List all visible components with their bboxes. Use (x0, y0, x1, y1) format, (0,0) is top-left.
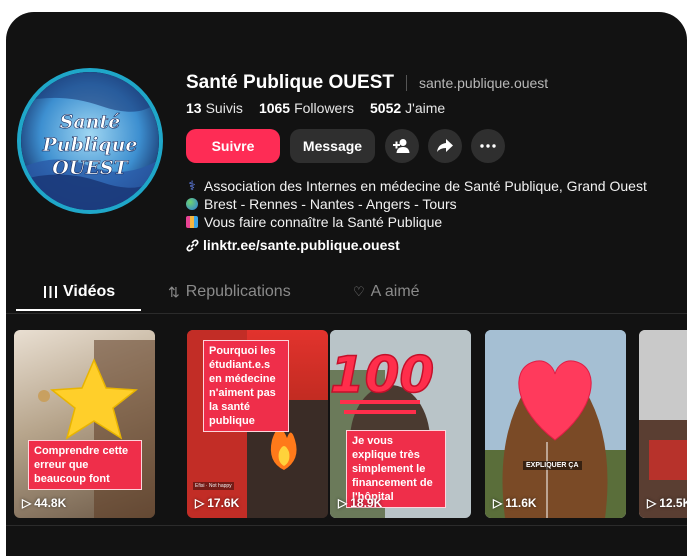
tab-liked-label: A aimé (370, 283, 420, 300)
link-icon (186, 239, 199, 251)
view-count: ▷ 44.8K (22, 496, 67, 510)
play-icon: ▷ (338, 496, 348, 510)
tab-videos[interactable]: Vidéos (44, 283, 115, 301)
bio-line-2: Brest - Rennes - Nantes - Angers - Tours (204, 196, 457, 212)
avatar-line-1: Santé (60, 111, 121, 133)
video-overlay-text: EXPLIQUER ÇA (523, 461, 582, 470)
play-icon: ▷ (195, 496, 205, 510)
tab-reposts-label: Republications (185, 283, 291, 300)
video-card[interactable]: EXPLIQUER ÇA ▷ 11.6K (485, 330, 626, 518)
following-stat[interactable]: 13 Suivis (186, 100, 243, 116)
video-card[interactable]: 100 Je vous explique très simplement le … (330, 330, 471, 518)
video-thumbnail (485, 330, 626, 518)
more-icon (480, 144, 496, 148)
add-friend-icon (393, 139, 410, 153)
view-count: ▷ 18.9K (338, 496, 383, 510)
chart-emoji-icon (186, 216, 198, 228)
play-icon: ▷ (493, 496, 503, 510)
profile-username: sante.publique.ouest (418, 75, 549, 91)
following-label: Suivis (205, 100, 243, 116)
heart-outline-icon: ♡ (353, 284, 365, 299)
share-icon (437, 139, 453, 152)
more-button[interactable] (471, 129, 505, 163)
view-count: ▷ 17.6K (195, 496, 240, 510)
profile-stats: 13 Suivis 1065 Followers 5052 J'aime (186, 99, 461, 117)
share-button[interactable] (428, 129, 462, 163)
followers-count: 1065 (258, 100, 291, 116)
globe-icon (186, 198, 198, 210)
medical-symbol-icon: ⚕ (188, 178, 196, 193)
tab-videos-label: Vidéos (63, 283, 116, 300)
followers-stat[interactable]: 1065 Followers (259, 100, 354, 116)
video-caption: Comprendre cette erreur que beaucoup fon… (28, 440, 142, 490)
bio-line-1: Association des Internes en médecine de … (204, 178, 647, 194)
bio-line-3: Vous faire connaître la Santé Publique (204, 214, 443, 230)
follow-button[interactable]: Suivre (186, 129, 280, 163)
repost-icon: ⇅ (168, 283, 180, 300)
add-friend-button[interactable] (385, 129, 419, 163)
avatar-line-3: OUEST (52, 157, 129, 179)
profile-page: Santé Publique OUEST Santé Publique OUES… (6, 12, 687, 556)
video-card[interactable]: Comprendre cette erreur que beaucoup fon… (14, 330, 155, 518)
view-count: ▷ 12.5K (647, 496, 687, 510)
avatar[interactable]: Santé Publique OUEST (17, 68, 163, 214)
music-sticker: Efisi · Not happy (193, 482, 234, 490)
video-card[interactable]: ▷ 12.5K (639, 330, 687, 518)
avatar-line-2: Publique (41, 134, 137, 156)
view-count: ▷ 11.6K (493, 496, 537, 510)
play-icon: ▷ (647, 496, 657, 510)
profile-name: Santé Publique OUEST (186, 72, 394, 93)
following-count: 13 (186, 100, 202, 116)
likes-label: J'aime (405, 100, 446, 116)
divider (405, 75, 407, 91)
play-icon: ▷ (22, 496, 32, 510)
profile-link-text: linktr.ee/sante.publique.ouest (203, 237, 400, 253)
active-tab-indicator (16, 309, 141, 311)
message-button[interactable]: Message (290, 129, 375, 163)
video-thumbnail (639, 330, 687, 518)
hundred-sticker: 100 (330, 346, 434, 404)
video-caption: Pourquoi les étudiant.e.s en médecine n'… (203, 340, 289, 432)
video-card[interactable]: Pourquoi les étudiant.e.s en médecine n'… (187, 330, 328, 518)
profile-link[interactable]: linktr.ee/sante.publique.ouest (186, 237, 400, 253)
divider (6, 525, 687, 526)
profile-bio: ⚕ Association des Internes en médecine d… (186, 177, 647, 231)
tab-liked[interactable]: ♡ A aimé (353, 283, 420, 301)
profile-tabs: Vidéos ⇅ Republications ♡ A aimé (6, 280, 687, 314)
likes-stat: 5052 J'aime (370, 100, 445, 116)
tab-reposts[interactable]: ⇅ Republications (168, 283, 291, 301)
video-grid: Comprendre cette erreur que beaucoup fon… (14, 330, 687, 520)
grid-icon (44, 286, 57, 298)
followers-label: Followers (294, 100, 354, 116)
likes-count: 5052 (370, 100, 402, 116)
